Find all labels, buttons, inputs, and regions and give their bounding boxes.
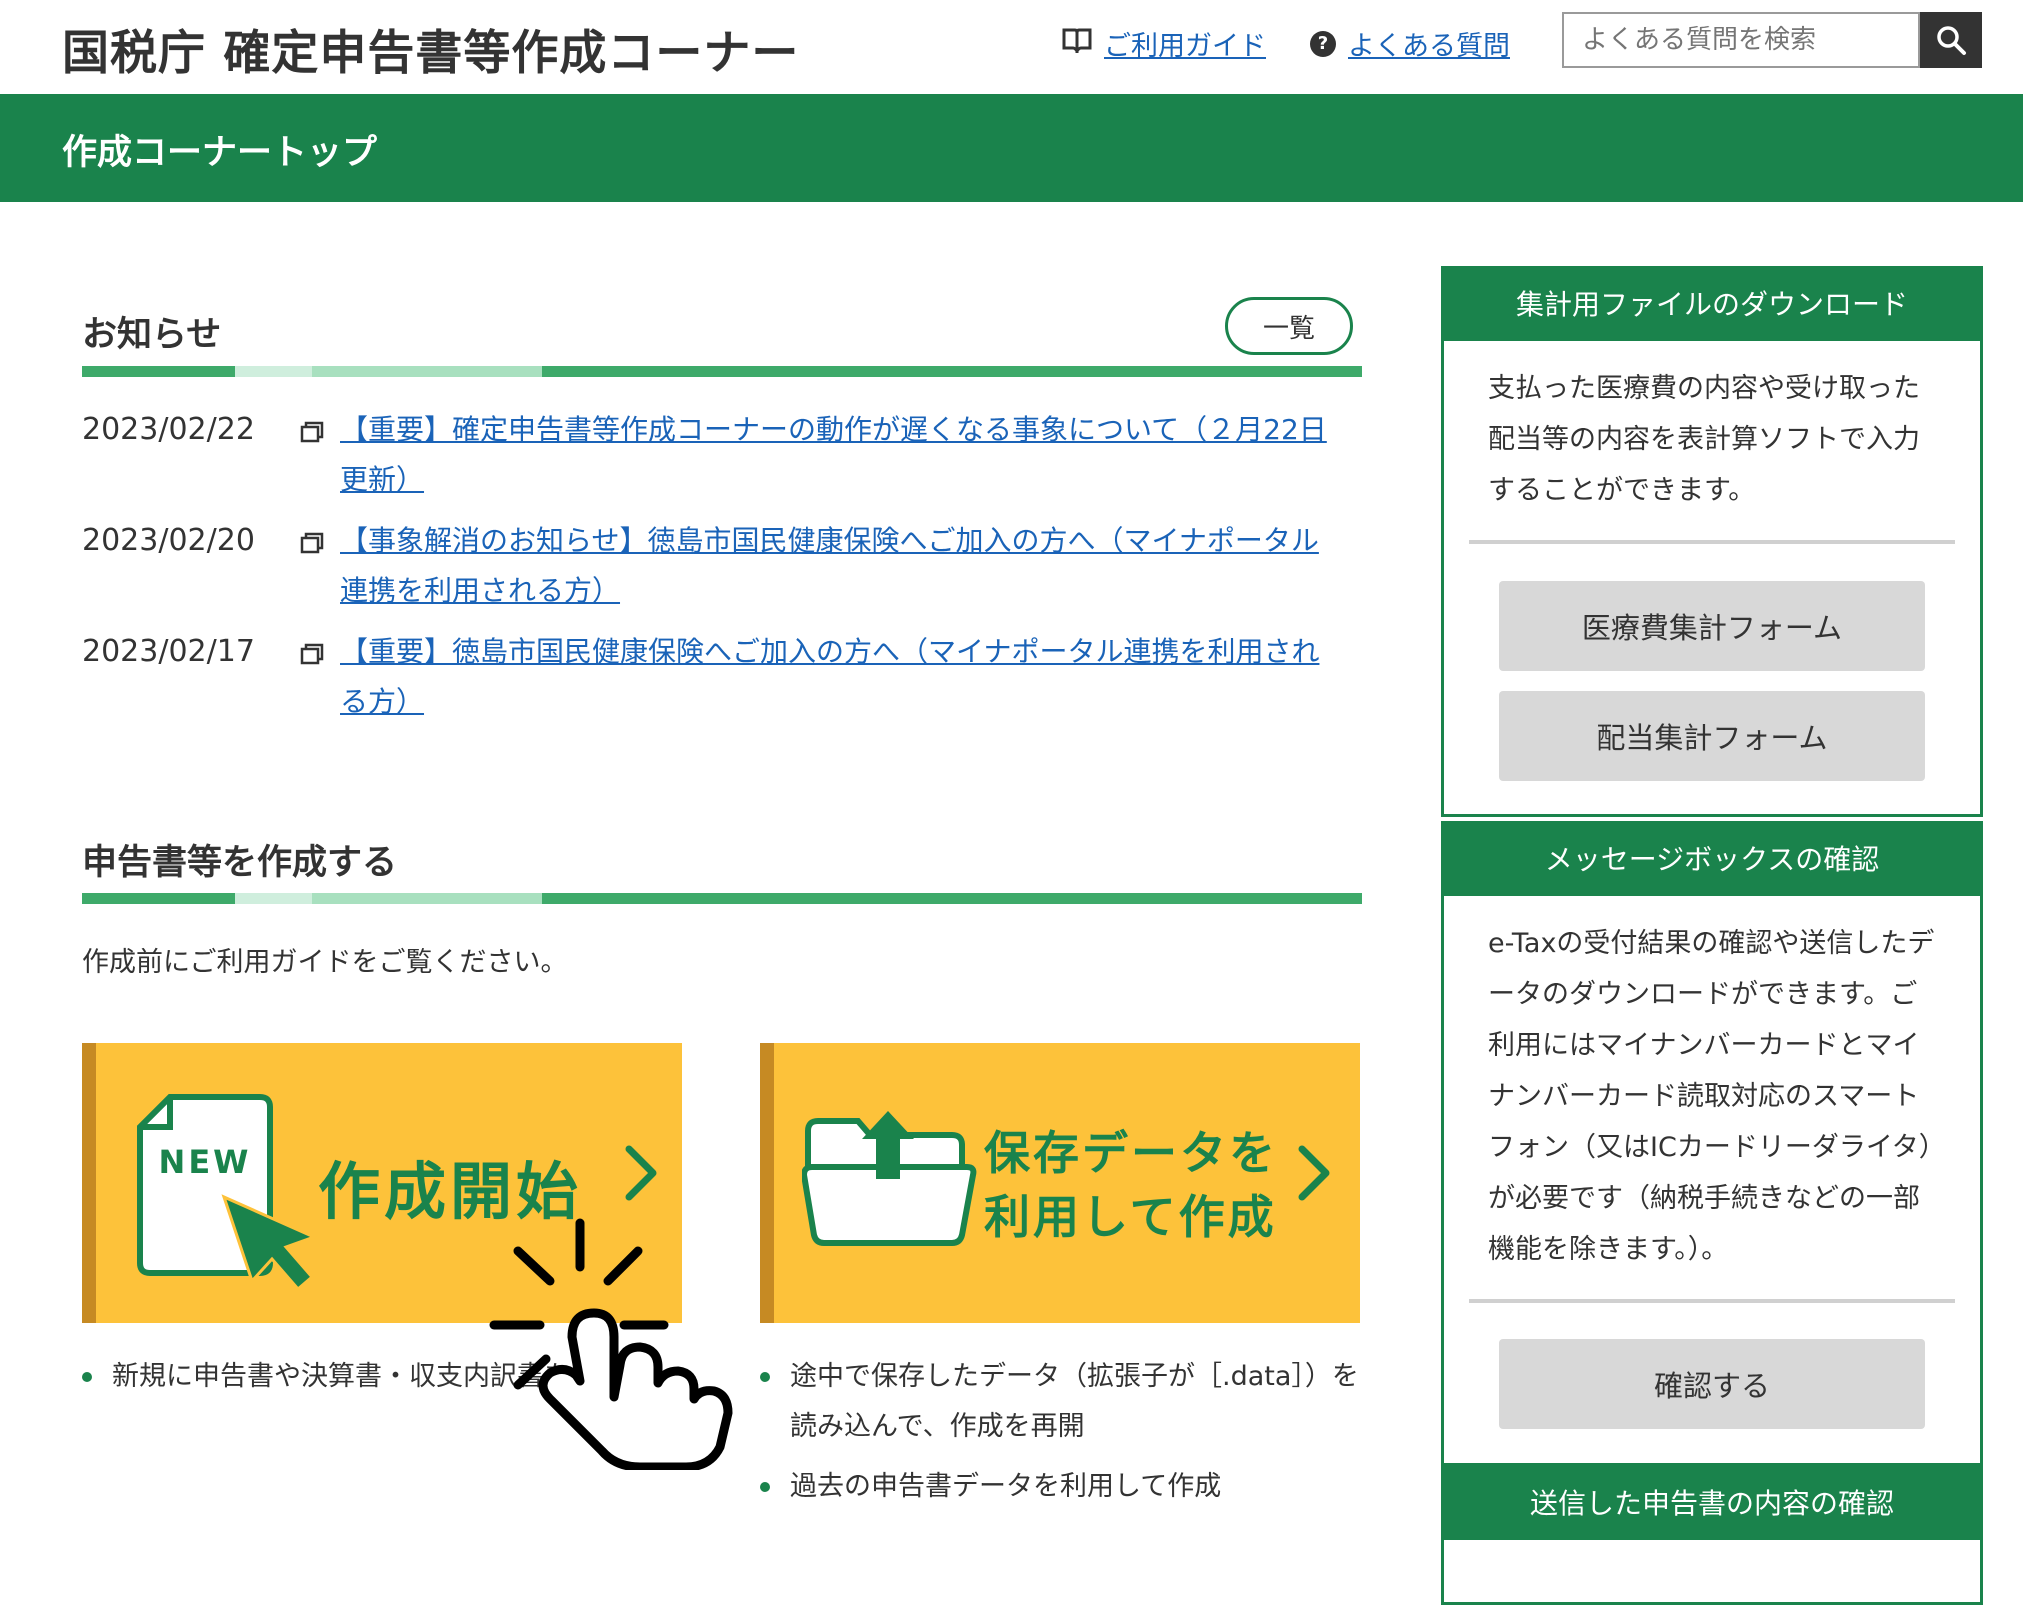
news-item: 2023/02/22 【重要】確定申告書等作成コーナーの動作が遅くなる事象につい… <box>82 405 1340 505</box>
news-link[interactable]: 【事象解消のお知らせ】徳島市国民健康保険へご加入の方へ（マイナポータル連携を利用… <box>340 516 1340 616</box>
download-panel-text: 支払った医療費の内容や受け取った配当等の内容を表計算ソフトで入力することができま… <box>1488 373 1920 506</box>
chevron-right-icon <box>1298 1145 1330 1201</box>
book-icon <box>1062 27 1092 60</box>
saved-card-label: 保存データを 利用して作成 <box>984 1121 1278 1249</box>
window-icon <box>300 405 340 505</box>
create-intro: 作成前にご利用ガイドをご覧ください。 <box>82 947 568 978</box>
saved-card-label-line1: 保存データを <box>984 1126 1278 1180</box>
download-panel: 集計用ファイルのダウンロード 支払った医療費の内容や受け取った配当等の内容を表計… <box>1441 266 1983 817</box>
window-icon <box>300 516 340 616</box>
sent-return-panel: 送信した申告書の内容の確認 <box>1441 1465 1983 1605</box>
news-date: 2023/02/22 <box>82 412 255 447</box>
guide-link[interactable]: ご利用ガイド <box>1062 24 1266 63</box>
new-badge: NEW <box>159 1143 252 1181</box>
news-link[interactable]: 【重要】確定申告書等作成コーナーの動作が遅くなる事象について（２月22日更新） <box>340 405 1340 505</box>
check-messagebox-button[interactable]: 確認する <box>1499 1339 1925 1429</box>
news-item: 2023/02/20 【事象解消のお知らせ】徳島市国民健康保険へご加入の方へ（マ… <box>82 516 1340 616</box>
messagebox-panel-text: e-Taxの受付結果の確認や送信したデータのダウンロードができます。ご利用にはマ… <box>1488 928 1935 1265</box>
saved-data-card[interactable]: 保存データを 利用して作成 <box>760 1043 1360 1323</box>
create-heading-rule <box>82 893 1362 904</box>
messagebox-panel: メッセージボックスの確認 e-Taxの受付結果の確認や送信したデータのダウンロー… <box>1441 821 1983 1466</box>
new-document-icon: NEW <box>137 1094 319 1291</box>
news-date: 2023/02/20 <box>82 523 255 558</box>
create-heading: 申告書等を作成する <box>82 843 398 883</box>
medical-form-button[interactable]: 医療費集計フォーム <box>1499 581 1925 671</box>
site-title: 国税庁 確定申告書等作成コーナー <box>62 26 800 81</box>
chevron-right-icon <box>625 1145 657 1201</box>
question-icon: ? <box>1310 30 1336 57</box>
bullet-item: 過去の申告書データを利用して作成 <box>760 1462 1360 1512</box>
window-icon <box>300 627 340 727</box>
faq-link-label[interactable]: よくある質問 <box>1348 24 1510 63</box>
bullet-item: 途中で保存したデータ（拡張子が［.data］）を読み込んで、作成を再開 <box>760 1352 1360 1452</box>
news-item: 2023/02/17 【重要】徳島市国民健康保険へご加入の方へ（マイナポータル連… <box>82 627 1340 727</box>
sent-return-panel-heading: 送信した申告書の内容の確認 <box>1444 1468 1980 1540</box>
saved-card-bullets: 途中で保存したデータ（拡張子が［.data］）を読み込んで、作成を再開 過去の申… <box>760 1352 1360 1512</box>
news-link[interactable]: 【重要】徳島市国民健康保険へご加入の方へ（マイナポータル連携を利用される方） <box>340 627 1340 727</box>
news-list-button[interactable]: 一覧 <box>1225 297 1353 355</box>
search-input[interactable] <box>1562 12 1920 68</box>
faq-link[interactable]: ? よくある質問 <box>1310 24 1510 63</box>
messagebox-panel-heading: メッセージボックスの確認 <box>1444 824 1980 896</box>
news-date: 2023/02/17 <box>82 634 255 669</box>
dividend-form-button[interactable]: 配当集計フォーム <box>1499 691 1925 781</box>
search-icon <box>1937 26 1966 55</box>
guide-link-label[interactable]: ご利用ガイド <box>1104 24 1266 63</box>
news-heading: お知らせ <box>82 315 222 355</box>
hand-pointer-icon <box>489 1218 733 1470</box>
folder-upload-icon <box>802 1111 977 1246</box>
saved-card-label-line2: 利用して作成 <box>984 1190 1277 1244</box>
download-panel-heading: 集計用ファイルのダウンロード <box>1444 269 1980 341</box>
page-title: 作成コーナートップ <box>62 133 378 173</box>
search-button[interactable] <box>1920 12 1982 68</box>
news-heading-rule <box>82 366 1362 377</box>
page-title-bar: 作成コーナートップ <box>0 94 2023 202</box>
